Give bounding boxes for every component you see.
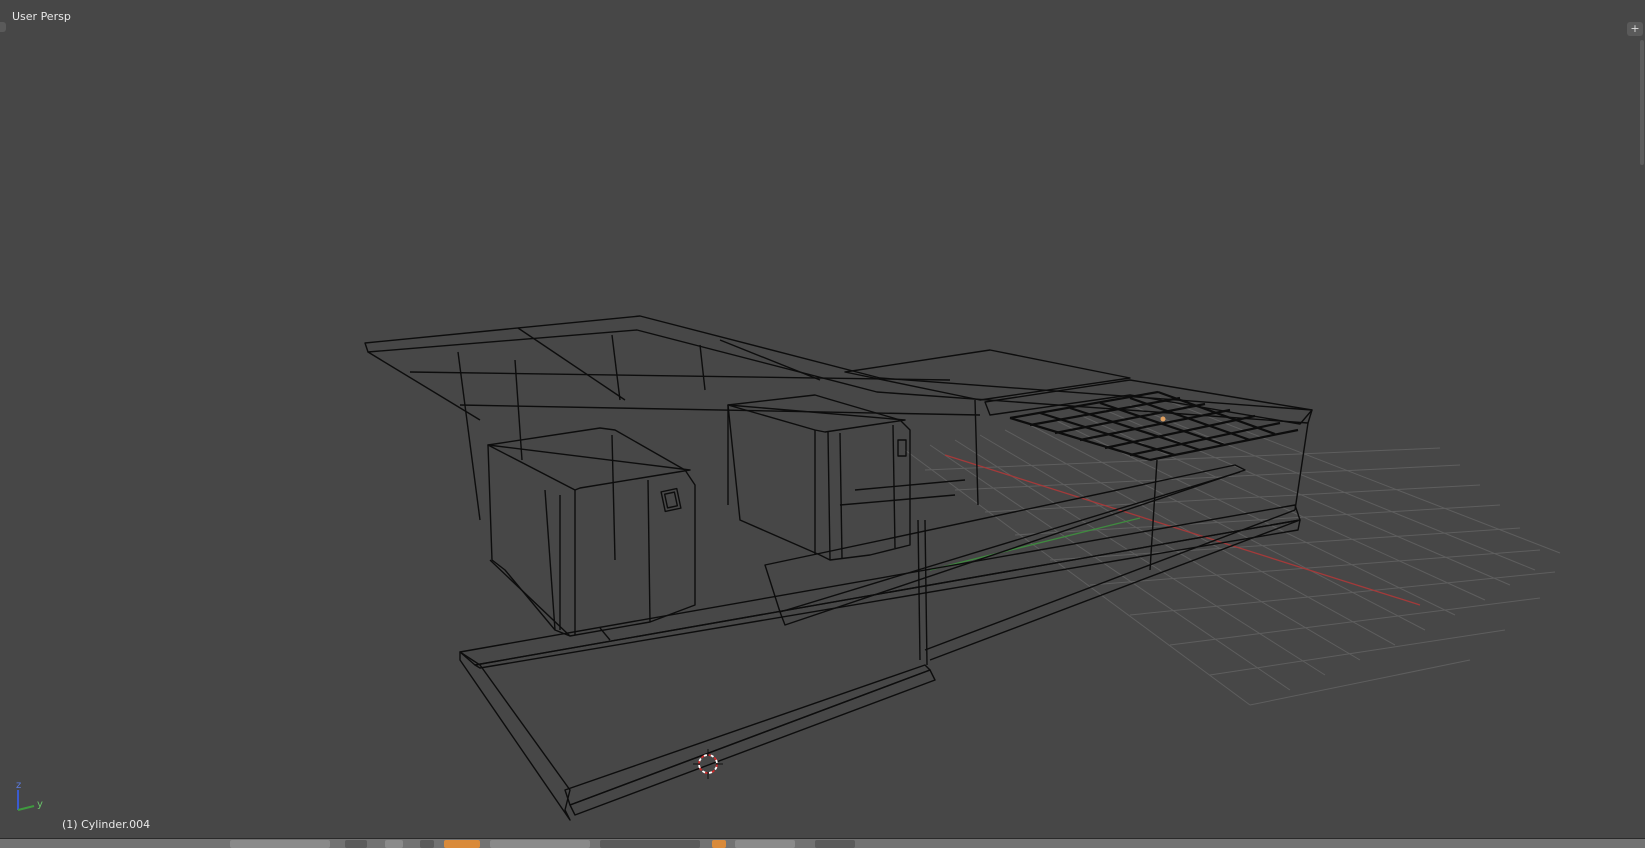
3d-viewport[interactable]: User Persp + z y (1) Cylinder.004 <box>0 0 1645 838</box>
gizmo-z-label: z <box>16 780 21 791</box>
3d-cursor[interactable] <box>693 749 723 779</box>
wireframe-model <box>364 315 1313 821</box>
wireframe-scene: z y <box>16 315 1561 821</box>
active-object-label: (1) Cylinder.004 <box>62 818 151 831</box>
grid-mesh <box>1009 390 1299 462</box>
gizmo-y-label: y <box>37 799 43 810</box>
object-origin <box>1160 416 1166 422</box>
x-axis-line <box>944 454 1421 606</box>
axis-gizmo: z y <box>16 780 43 811</box>
